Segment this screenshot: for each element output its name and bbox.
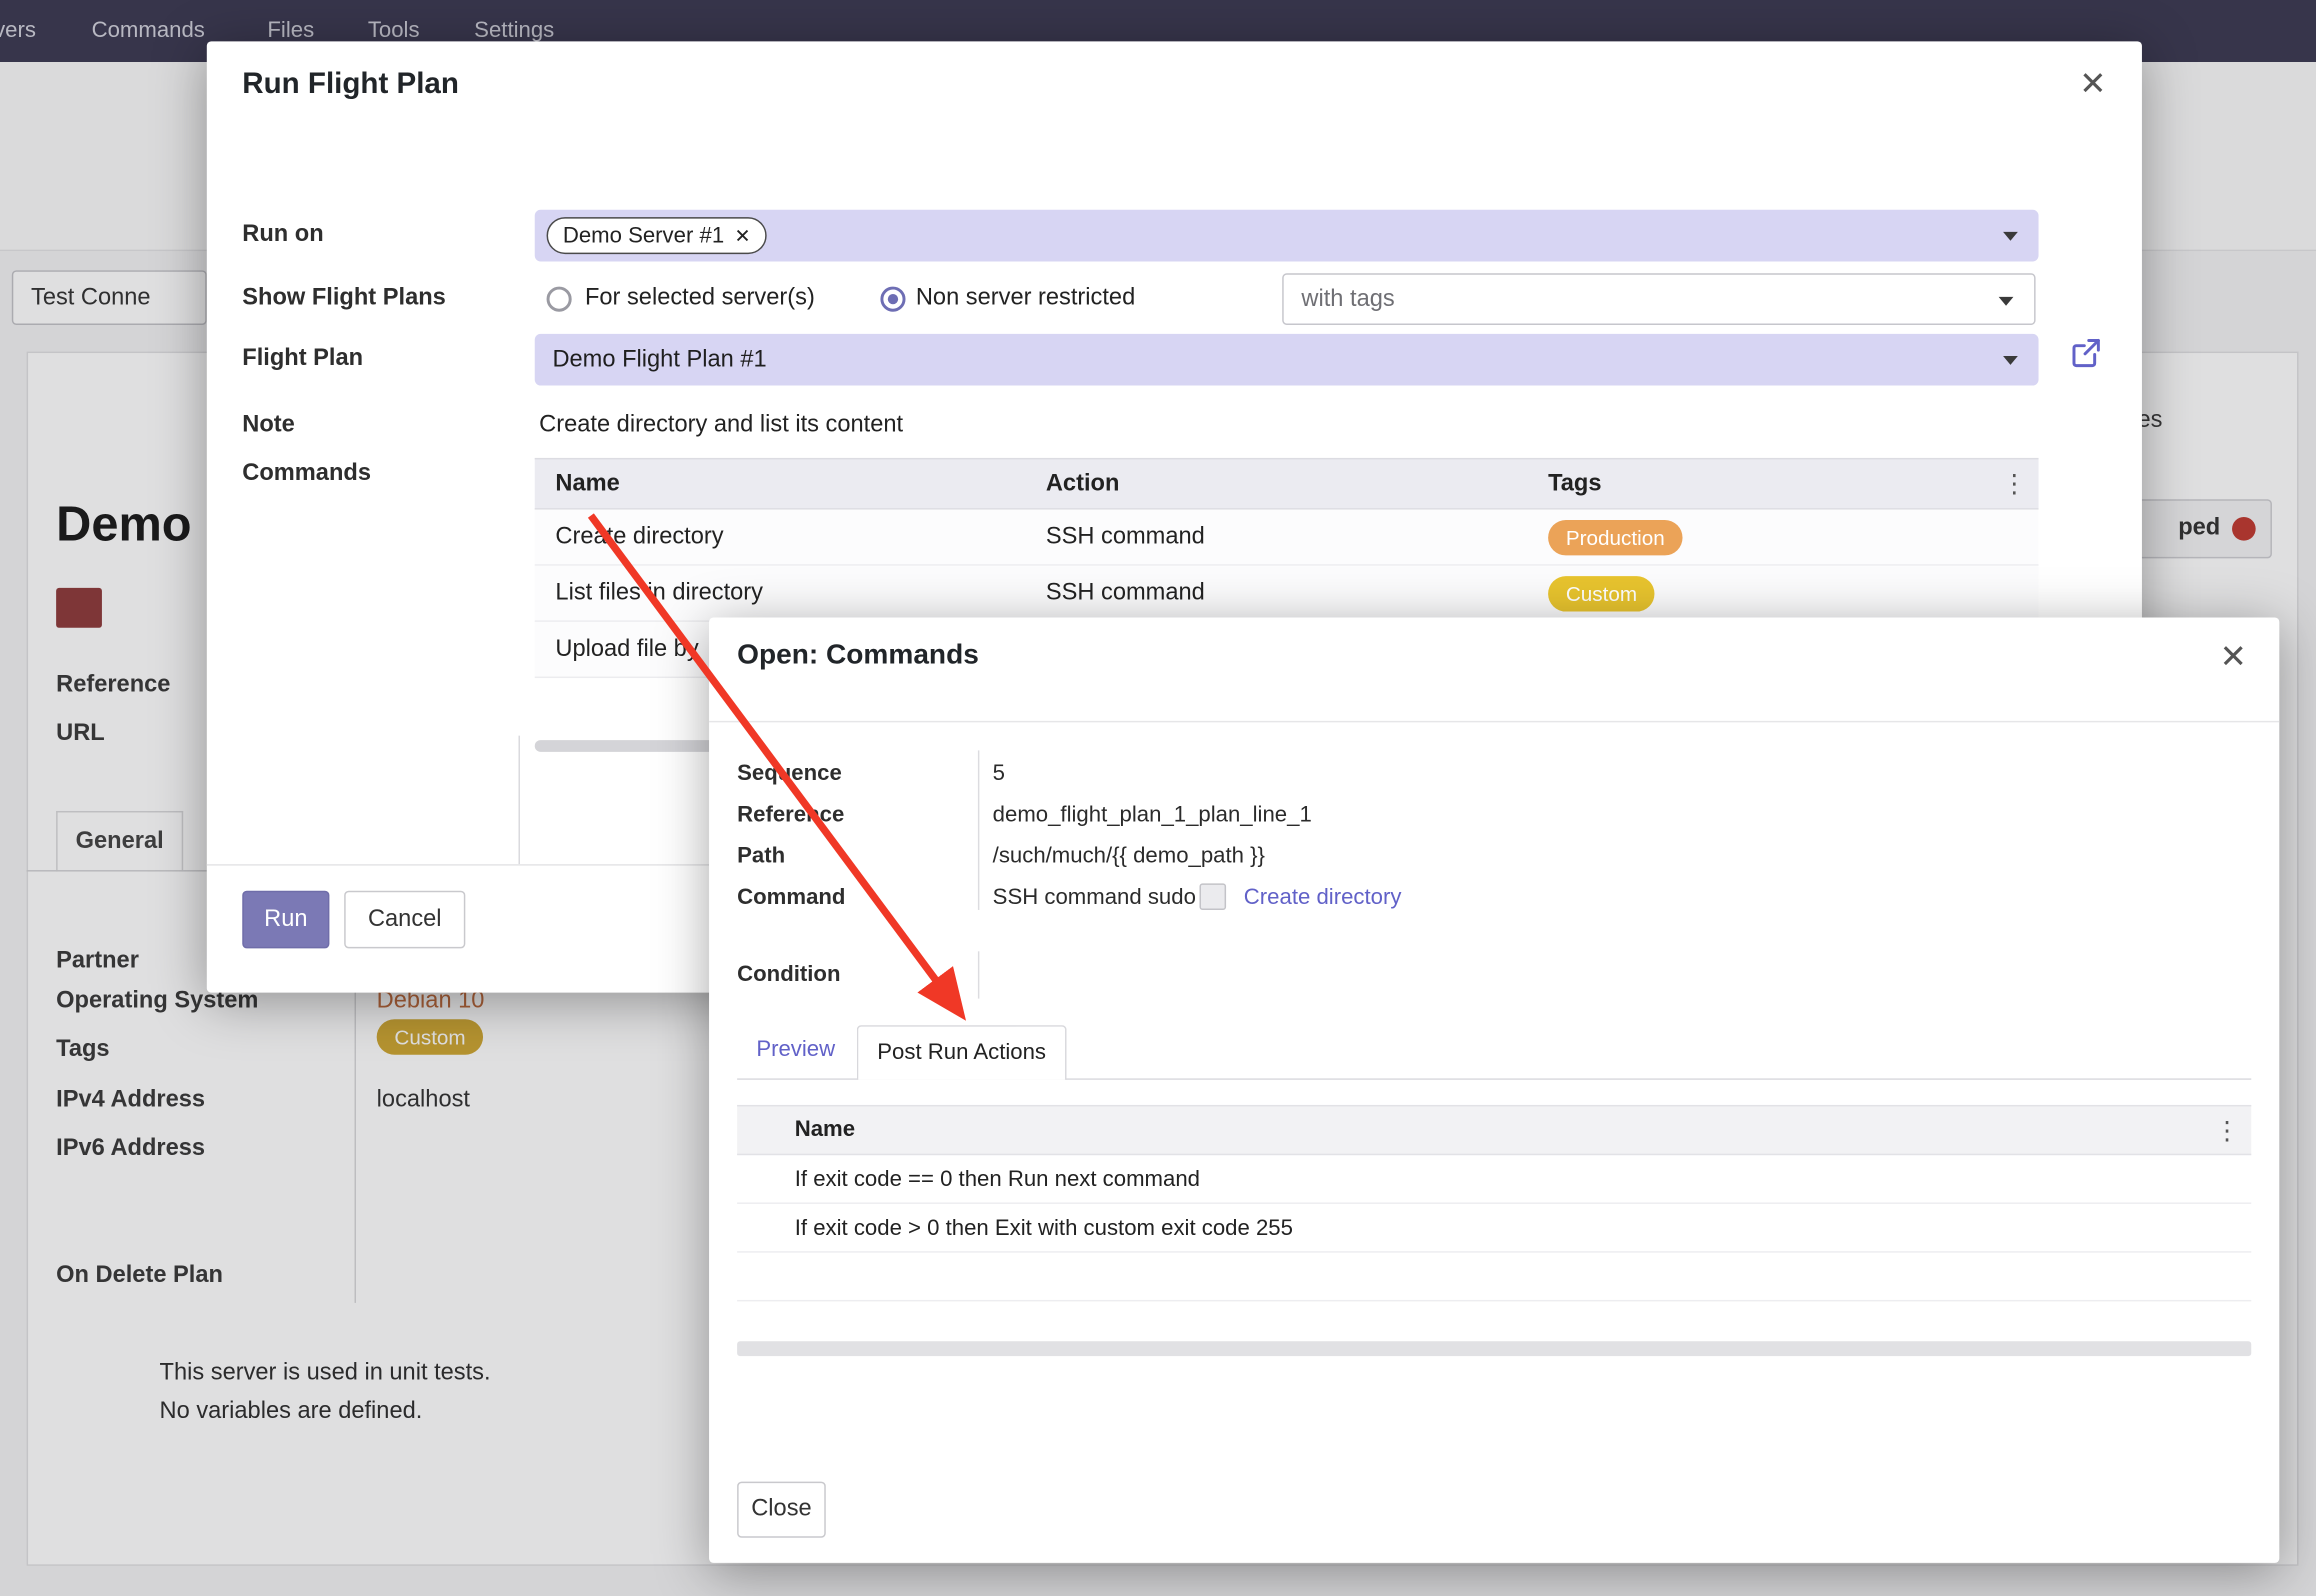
header-divider [709, 721, 2279, 722]
run-button[interactable]: Run [242, 891, 329, 949]
commands-table-header: Name Action Tags ⋮ [535, 458, 2039, 510]
field-divider [978, 750, 979, 910]
reference-value: demo_flight_plan_1_plan_line_1 [993, 802, 1312, 827]
condition-label: Condition [737, 962, 840, 987]
table-row[interactable]: List files in directory SSH command Cust… [535, 566, 2039, 622]
col-tags: Tags [1548, 459, 1601, 508]
flight-plan-select[interactable]: Demo Flight Plan #1 [535, 334, 2039, 386]
modal-title: Run Flight Plan [242, 68, 459, 102]
kebab-menu-icon[interactable]: ⋮ [2214, 1106, 2239, 1155]
table-row-empty [737, 1253, 2251, 1302]
cell-name: List files in directory [555, 566, 763, 622]
close-icon[interactable]: ✕ [2220, 641, 2247, 673]
cell-name: Upload file by [555, 622, 698, 678]
path-value: /such/much/{{ demo_path }} [993, 843, 1265, 868]
server-chip-label: Demo Server #1 [563, 223, 724, 248]
cell-name: Create directory [555, 510, 723, 566]
show-flight-plans-label: Show Flight Plans [242, 285, 446, 312]
create-directory-link[interactable]: Create directory [1244, 885, 1402, 910]
kebab-menu-icon[interactable]: ⋮ [2002, 459, 2027, 508]
horizontal-scrollbar[interactable] [737, 1341, 2251, 1356]
cell-action: SSH command [1046, 510, 1205, 566]
screen: vers Commands Files Tools Settings Test … [0, 0, 2316, 1596]
radio-for-selected-servers-label[interactable]: For selected server(s) [585, 285, 815, 312]
table-row[interactable]: If exit code > 0 then Exit with custom e… [737, 1204, 2251, 1253]
radio-for-selected-servers[interactable] [547, 287, 572, 312]
chevron-down-icon[interactable] [2003, 356, 2018, 365]
tab-post-run-actions[interactable]: Post Run Actions [857, 1025, 1067, 1080]
tab-preview[interactable]: Preview [756, 1037, 835, 1062]
col-action: Action [1046, 459, 1120, 508]
tag-badge-production: Production [1548, 520, 1682, 555]
note-value: Create directory and list its content [539, 412, 903, 439]
close-icon[interactable]: ✕ [2079, 68, 2106, 100]
command-checkbox[interactable] [1199, 883, 1226, 910]
external-link-icon[interactable] [2068, 335, 2103, 370]
run-on-field[interactable]: Demo Server #1 ✕ [535, 210, 2039, 262]
chevron-down-icon[interactable] [2003, 232, 2018, 241]
cell-name: If exit code > 0 then Exit with custom e… [795, 1204, 1293, 1253]
note-label: Note [242, 412, 295, 439]
sequence-value: 5 [993, 761, 1005, 786]
form-divider [518, 736, 519, 865]
table-row[interactable]: Create directory SSH command Production [535, 510, 2039, 566]
cell-action: SSH command [1046, 566, 1205, 622]
chevron-down-icon[interactable] [1999, 297, 2014, 306]
reference-label: Reference [737, 802, 844, 827]
path-label: Path [737, 843, 785, 868]
server-chip[interactable]: Demo Server #1 ✕ [547, 217, 767, 254]
command-label: Command [737, 885, 845, 910]
table-header: Name ⋮ [737, 1105, 2251, 1155]
col-name: Name [795, 1106, 855, 1153]
cell-name: If exit code == 0 then Run next command [795, 1155, 1200, 1204]
chip-remove-icon[interactable]: ✕ [734, 224, 750, 248]
radio-non-server-restricted[interactable] [880, 287, 905, 312]
post-run-actions-table: Name ⋮ If exit code == 0 then Run next c… [737, 1105, 2251, 1301]
radio-non-server-restricted-label[interactable]: Non server restricted [916, 285, 1135, 312]
with-tags-placeholder: with tags [1301, 275, 1394, 324]
modal-title: Open: Commands [737, 640, 979, 672]
open-commands-modal: Open: Commands ✕ Sequence 5 Reference de… [709, 617, 2279, 1562]
run-on-label: Run on [242, 222, 323, 249]
field-divider [978, 951, 979, 998]
with-tags-select[interactable]: with tags [1282, 273, 2035, 325]
commands-label: Commands [242, 461, 371, 488]
flight-plan-label: Flight Plan [242, 346, 363, 373]
close-button[interactable]: Close [737, 1482, 826, 1538]
cancel-button[interactable]: Cancel [344, 891, 465, 949]
flight-plan-value: Demo Flight Plan #1 [552, 334, 766, 386]
table-row[interactable]: If exit code == 0 then Run next command [737, 1155, 2251, 1204]
command-value: SSH command sudo [993, 885, 1196, 910]
tag-badge-custom: Custom [1548, 576, 1655, 611]
col-name: Name [555, 459, 619, 508]
sequence-label: Sequence [737, 761, 842, 786]
